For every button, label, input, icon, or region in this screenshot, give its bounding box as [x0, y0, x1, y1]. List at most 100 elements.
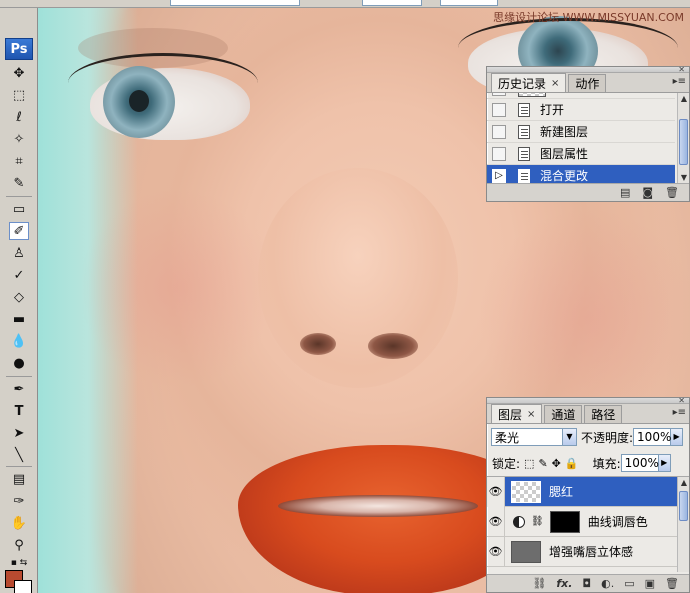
tab-layers[interactable]: 图层 ×	[491, 404, 543, 423]
options-field-3[interactable]	[440, 0, 498, 6]
opacity-label: 不透明度:	[581, 430, 634, 445]
layers-panel-footer: ⛓ fx. ◘ ◐. ▭ ▣ 🗑	[487, 574, 689, 592]
history-checkbox[interactable]	[492, 102, 506, 117]
tab-layers-label: 图层	[498, 407, 523, 422]
tab-channels[interactable]: 通道	[544, 405, 583, 423]
path-selection-tool-icon[interactable]: ➤	[9, 424, 29, 442]
layer-row-selected[interactable]: 👁 腮红	[487, 477, 677, 507]
photo-teeth	[278, 495, 478, 517]
slice-tool-icon[interactable]: ✎	[9, 174, 29, 192]
layer-row[interactable]: 👁 增强嘴唇立体感	[487, 536, 677, 567]
photoshop-logo[interactable]: Ps	[5, 38, 33, 60]
panel-menu-icon[interactable]: ▸≡	[673, 76, 686, 87]
toolbox-separator	[6, 376, 32, 377]
eyedropper-tool-icon[interactable]: ✑	[9, 492, 29, 510]
tab-close-icon[interactable]: ×	[551, 78, 559, 89]
history-checkbox[interactable]	[492, 146, 506, 161]
scroll-thumb[interactable]	[679, 119, 688, 165]
layer-name: 增强嘴唇立体感	[549, 545, 634, 559]
history-item-label: 打开	[540, 103, 565, 117]
fill-input[interactable]: 100%	[620, 454, 659, 472]
layer-name: 曲线调唇色	[587, 515, 648, 529]
layer-style-icon[interactable]: fx.	[556, 577, 572, 590]
history-item[interactable]: 新建图层	[487, 121, 675, 143]
options-bar	[0, 0, 690, 8]
zoom-tool-icon[interactable]: ⚲	[9, 536, 29, 554]
dodge-tool-icon[interactable]: ●	[9, 354, 29, 372]
history-state-icon	[518, 124, 530, 139]
history-state-icon	[518, 168, 530, 183]
create-document-icon[interactable]: ▤	[620, 186, 630, 199]
new-snapshot-icon[interactable]: ◙	[642, 186, 653, 199]
fill-slider-arrow-icon[interactable]: ▶	[658, 454, 671, 472]
crop-tool-icon[interactable]: ⌗	[9, 152, 29, 170]
layer-thumbnail	[511, 480, 541, 503]
history-item[interactable]: 图层属性	[487, 143, 675, 165]
toolbox-separator	[6, 466, 32, 467]
link-layers-icon[interactable]: ⛓	[532, 577, 546, 590]
brush-tool-icon[interactable]: ✐	[9, 222, 29, 240]
move-tool-icon[interactable]: ✥	[9, 64, 29, 82]
notes-tool-icon[interactable]: ▤	[9, 470, 29, 488]
gradient-tool-icon[interactable]: ▬	[9, 310, 29, 328]
layers-panel: ✕ 图层 × 通道 路径 ▸≡ 柔光 ▼ 不透明度: 100% ▶ 锁定: ⬚ …	[486, 396, 690, 593]
pen-tool-icon[interactable]: ✒	[9, 380, 29, 398]
scroll-down-icon[interactable]: ▼	[679, 173, 689, 183]
marquee-tool-icon[interactable]: ⬚	[9, 86, 29, 104]
lock-transparency-icon[interactable]: ⬚	[524, 457, 534, 470]
layer-row[interactable]: 👁 ⛓ 曲线调唇色	[487, 506, 677, 537]
blend-mode-select[interactable]: 柔光 ▼	[491, 428, 577, 446]
visibility-eye-icon[interactable]: 👁	[487, 477, 505, 507]
lock-pixels-icon[interactable]: ✎	[538, 457, 547, 470]
scroll-up-icon[interactable]: ▲	[679, 478, 689, 488]
photo-nostril-left	[300, 333, 336, 355]
tab-close-icon[interactable]: ×	[527, 409, 535, 420]
visibility-eye-icon[interactable]: 👁	[487, 506, 505, 537]
curves-adjustment-icon	[513, 515, 525, 528]
history-brush-tool-icon[interactable]: ✓	[9, 266, 29, 284]
visibility-eye-icon[interactable]: 👁	[487, 536, 505, 567]
panel-menu-icon[interactable]: ▸≡	[673, 407, 686, 418]
history-item-selected[interactable]: ▷ 混合更改	[487, 165, 675, 185]
lock-position-icon[interactable]: ✥	[552, 457, 561, 470]
tab-history[interactable]: 历史记录 ×	[491, 73, 567, 92]
type-tool-icon[interactable]: T	[9, 402, 29, 420]
clone-stamp-tool-icon[interactable]: ♙	[9, 244, 29, 262]
tab-channels-label: 通道	[551, 408, 576, 422]
photo-nostril-right	[368, 333, 418, 359]
history-checkbox[interactable]	[492, 124, 506, 139]
tab-actions[interactable]: 动作	[568, 74, 607, 92]
layers-panel-tabs: 图层 × 通道 路径 ▸≡	[487, 404, 689, 424]
scroll-thumb[interactable]	[679, 491, 688, 521]
delete-state-icon[interactable]: 🗑	[665, 186, 679, 199]
new-layer-icon[interactable]: ▣	[645, 577, 655, 590]
history-panel-tabs: 历史记录 × 动作 ▸≡	[487, 73, 689, 93]
layer-mask-thumbnail[interactable]	[549, 510, 580, 533]
options-field-1[interactable]	[170, 0, 300, 6]
delete-layer-icon[interactable]: 🗑	[665, 577, 679, 590]
lasso-tool-icon[interactable]: ℓ	[9, 108, 29, 126]
history-item-label: 新建图层	[540, 125, 589, 139]
background-color-swatch[interactable]	[14, 580, 32, 593]
chevron-down-icon[interactable]: ▼	[562, 429, 576, 445]
new-adjustment-layer-icon[interactable]: ◐.	[601, 577, 614, 590]
line-tool-icon[interactable]: ╲	[9, 446, 29, 464]
eraser-tool-icon[interactable]: ◇	[9, 288, 29, 306]
history-item[interactable]: 打开	[487, 99, 675, 121]
opacity-input[interactable]: 100%	[633, 428, 671, 446]
tab-paths[interactable]: 路径	[584, 405, 623, 423]
healing-brush-tool-icon[interactable]: ▭	[9, 200, 29, 218]
history-scrollbar[interactable]: ▲ ▼	[677, 93, 689, 185]
history-checkbox[interactable]	[492, 93, 506, 96]
options-field-2[interactable]	[362, 0, 422, 6]
new-group-icon[interactable]: ▭	[624, 577, 634, 590]
layers-scrollbar[interactable]: ▲	[677, 477, 689, 572]
lock-all-icon[interactable]: 🔒	[565, 457, 579, 470]
blur-tool-icon[interactable]: 💧	[9, 332, 29, 350]
link-icon[interactable]: ⛓	[531, 516, 544, 527]
magic-wand-tool-icon[interactable]: ✧	[9, 130, 29, 148]
hand-tool-icon[interactable]: ✋	[9, 514, 29, 532]
add-mask-icon[interactable]: ◘	[582, 577, 591, 590]
scroll-up-icon[interactable]: ▲	[679, 94, 689, 104]
opacity-slider-arrow-icon[interactable]: ▶	[671, 428, 684, 446]
